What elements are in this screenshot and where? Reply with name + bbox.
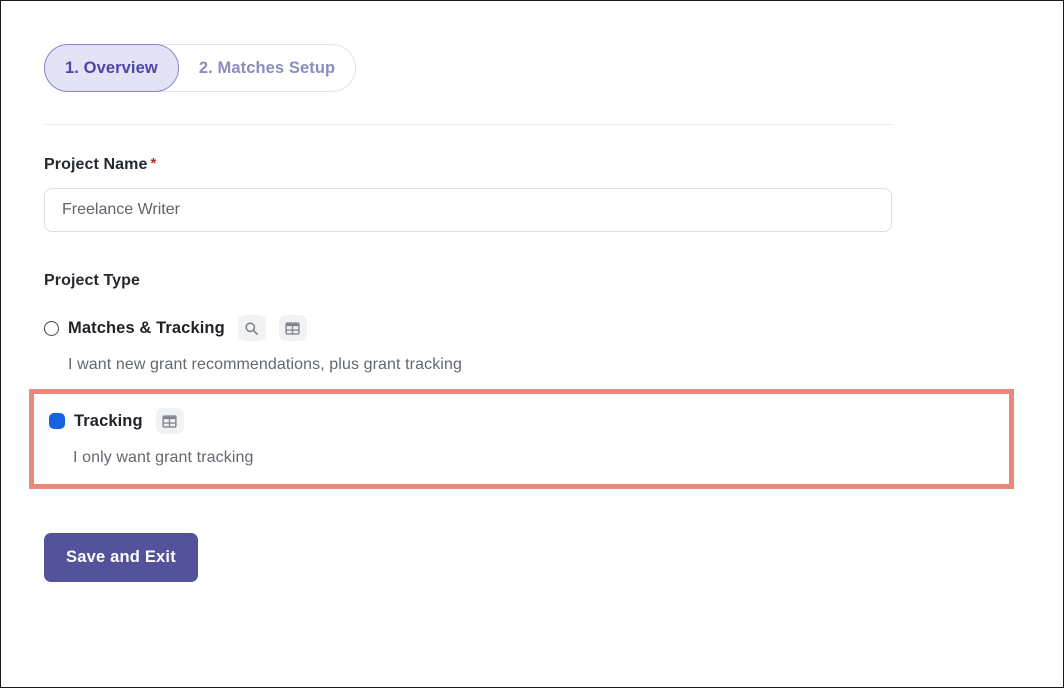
option-row: Tracking — [49, 407, 253, 435]
option-row: Matches & Tracking — [44, 314, 944, 342]
tab-matches-setup[interactable]: 2. Matches Setup — [179, 45, 355, 91]
project-name-input[interactable] — [44, 188, 892, 232]
radio-tracking[interactable] — [49, 413, 65, 429]
header-divider — [44, 124, 894, 125]
tab-matches-setup-label: 2. Matches Setup — [198, 58, 336, 77]
radio-matches-tracking[interactable] — [44, 320, 59, 336]
highlight-box: Tracking I only want grant tracking — [29, 389, 1014, 489]
search-icon[interactable] — [237, 315, 266, 341]
app-window: 1. Overview 2. Matches Setup Project Nam… — [0, 0, 1064, 688]
wizard-tabs: 1. Overview 2. Matches Setup — [44, 44, 357, 92]
form-content: 1. Overview 2. Matches Setup Project Nam… — [29, 1, 1063, 687]
option-title: Tracking — [74, 411, 143, 430]
option-title: Matches & Tracking — [68, 318, 225, 337]
project-name-label: Project Name * — [44, 155, 156, 174]
tab-overview-label: 1. Overview — [65, 58, 158, 77]
table-icon[interactable] — [155, 408, 184, 434]
table-icon[interactable] — [278, 315, 307, 341]
tab-overview[interactable]: 1. Overview — [44, 44, 179, 92]
save-and-exit-button[interactable]: Save and Exit — [44, 533, 198, 582]
project-type-option-matches-tracking[interactable]: Matches & Tracking I want new grant reco… — [44, 314, 944, 374]
project-type-label-text: Project Type — [44, 272, 141, 289]
project-name-label-text: Project Name — [44, 156, 148, 173]
required-asterisk: * — [150, 155, 157, 172]
project-type-option-tracking[interactable]: Tracking I only want grant tracking — [49, 407, 253, 467]
option-description: I want new grant recommendations, plus g… — [68, 356, 462, 373]
project-type-label: Project Type — [44, 272, 140, 290]
option-description: I only want grant tracking — [73, 449, 254, 466]
